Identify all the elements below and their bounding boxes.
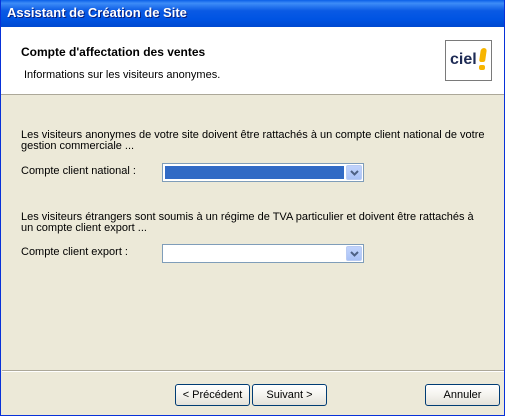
export-description-line2: un compte client export ...: [21, 222, 147, 234]
export-dropdown-button[interactable]: [346, 246, 362, 261]
logo-exclamation-mark: [479, 48, 487, 62]
national-dropdown-button[interactable]: [346, 165, 362, 180]
title-bar[interactable]: Assistant de Création de Site: [1, 0, 504, 27]
national-account-label: Compte client national :: [21, 165, 136, 177]
wizard-window: Assistant de Création de Site Compte d'a…: [0, 0, 505, 416]
export-account-combobox[interactable]: [162, 244, 364, 263]
logo-exclamation-dot: [479, 65, 485, 70]
chevron-down-icon: [350, 251, 359, 257]
cancel-button[interactable]: Annuler: [425, 384, 500, 406]
previous-button[interactable]: < Précédent: [175, 384, 250, 406]
ciel-logo: ciel: [445, 40, 492, 81]
chevron-down-icon: [350, 170, 359, 176]
page-title: Compte d'affectation des ventes: [21, 45, 206, 59]
footer-divider: [2, 370, 504, 372]
page-subtitle: Informations sur les visiteurs anonymes.: [24, 69, 221, 81]
wizard-header: Compte d'affectation des ventes Informat…: [1, 27, 504, 95]
logo-text: ciel: [450, 51, 477, 68]
national-account-combobox[interactable]: [162, 163, 364, 182]
next-button[interactable]: Suivant >: [252, 384, 327, 406]
window-title: Assistant de Création de Site: [7, 5, 187, 20]
national-description-line2: gestion commerciale ...: [21, 140, 135, 152]
export-account-value[interactable]: [165, 247, 344, 260]
national-account-value[interactable]: [165, 166, 344, 179]
export-account-label: Compte client export :: [21, 246, 128, 258]
